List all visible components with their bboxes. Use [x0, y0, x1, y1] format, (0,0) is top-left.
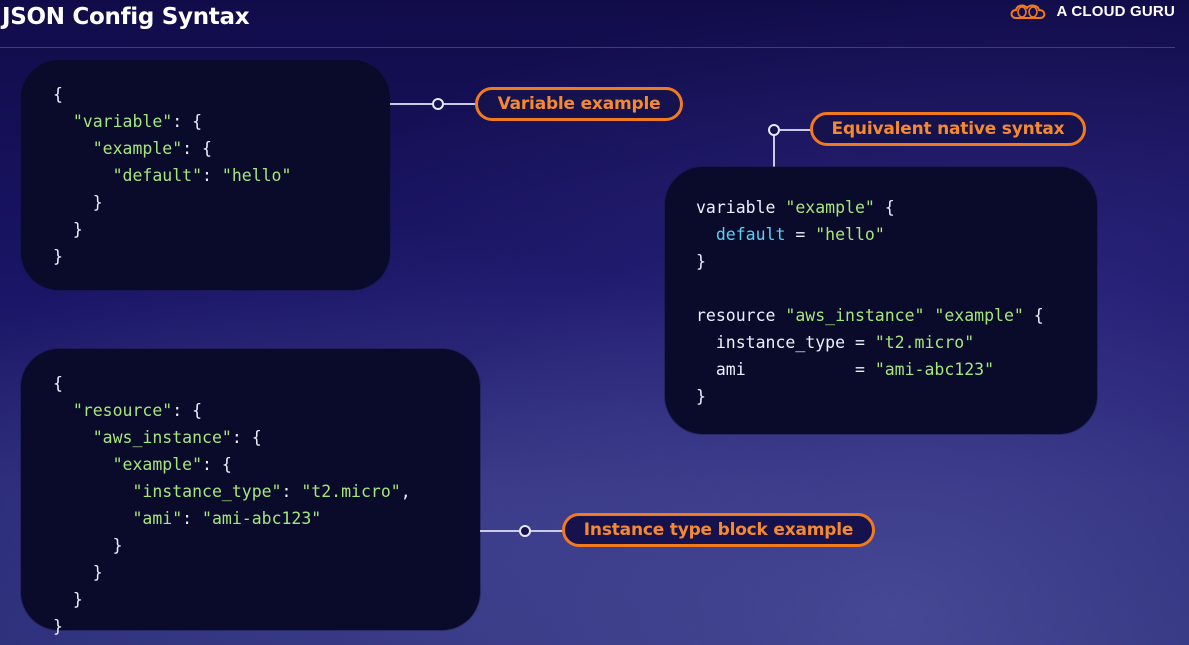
- native-connector-dot: [768, 124, 780, 136]
- cloud-logo-icon: [1011, 4, 1046, 19]
- native-syntax-code: variable "example" { default = "hello" }…: [696, 198, 1044, 406]
- header-divider: [0, 47, 1175, 48]
- brand[interactable]: A CLOUD GURU: [1008, 1, 1175, 21]
- native-syntax-callout: Equivalent native syntax: [810, 112, 1086, 146]
- instance-type-callout: Instance type block example: [562, 513, 875, 547]
- page-title: JSON Config Syntax: [2, 4, 250, 30]
- json-resource-code-box: { "resource": { "aws_instance": { "examp…: [21, 349, 480, 636]
- native-connector-hline: [774, 129, 814, 131]
- variable-connector-dot: [432, 98, 444, 110]
- native-connector-vline: [773, 131, 775, 169]
- json-variable-code-box: { "variable": { "example": { "default": …: [21, 60, 390, 290]
- native-syntax-code-box: variable "example" { default = "hello" }…: [665, 167, 1097, 434]
- json-resource-code: { "resource": { "aws_instance": { "examp…: [53, 374, 411, 636]
- variable-example-callout: Variable example: [475, 87, 683, 121]
- json-variable-code: { "variable": { "example": { "default": …: [53, 85, 292, 266]
- instance-connector-dot: [519, 525, 531, 537]
- brand-name: A CLOUD GURU: [1056, 2, 1175, 20]
